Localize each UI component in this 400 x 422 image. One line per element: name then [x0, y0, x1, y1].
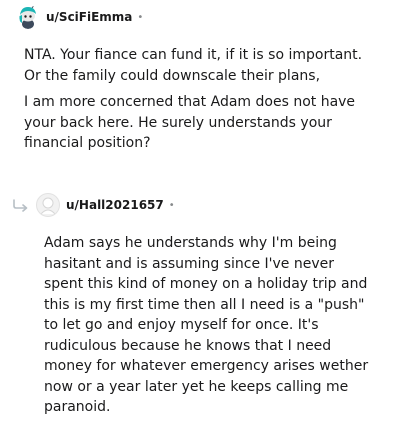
default-avatar-icon[interactable]	[36, 193, 60, 217]
reply-arrow-icon	[13, 199, 28, 212]
comment-paragraph: I am more concerned that Adam does not h…	[24, 94, 356, 151]
comment-thread: u/SciFiEmma • NTA. Your fiance can fund …	[0, 0, 400, 422]
comment-header: u/SciFiEmma •	[16, 3, 143, 31]
separator-dot: •	[168, 199, 175, 211]
comment-header: u/Hall2021657 •	[12, 191, 175, 219]
comment-body: NTA. Your fiance can fund it, if it is s…	[24, 45, 380, 160]
snoo-avatar-icon[interactable]	[16, 5, 40, 29]
comment-username[interactable]: u/Hall2021657	[66, 198, 164, 212]
comment-paragraph: Adam says he understands why I'm being h…	[44, 235, 369, 415]
comment-paragraph: NTA. Your fiance can fund it, if it is s…	[24, 47, 363, 84]
comment-username[interactable]: u/SciFiEmma	[46, 10, 132, 24]
comment-body: Adam says he understands why I'm being h…	[44, 233, 374, 422]
separator-dot: •	[137, 11, 144, 23]
